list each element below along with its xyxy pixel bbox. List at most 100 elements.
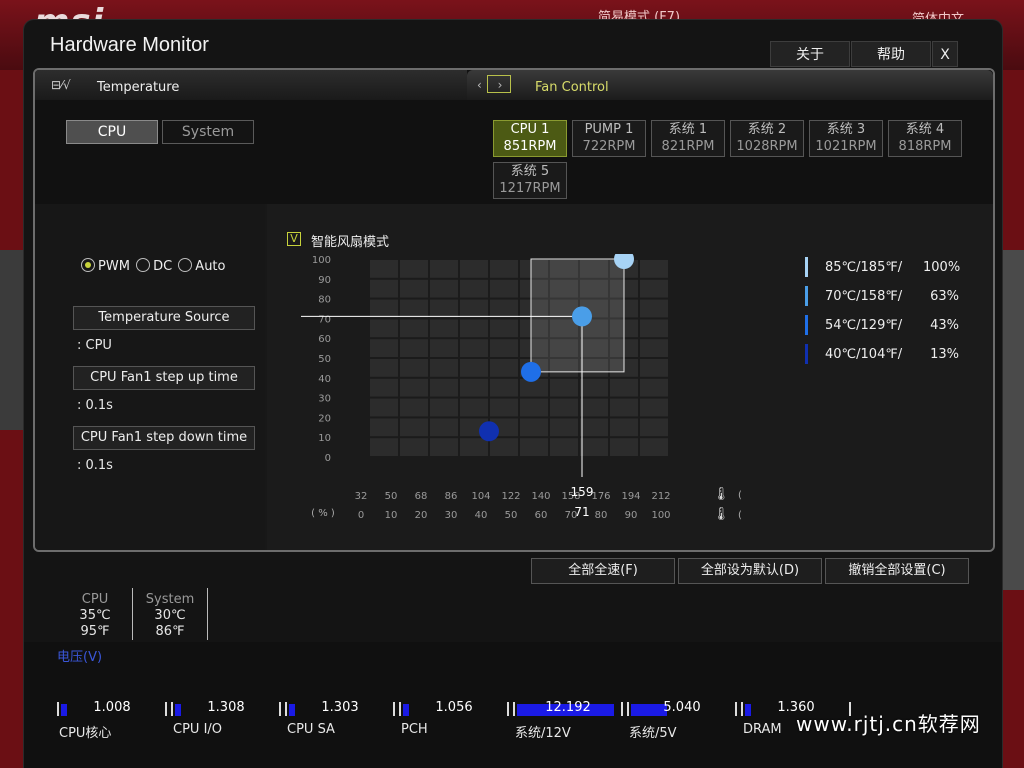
legend-temp: 85℃/185℉/	[825, 260, 903, 275]
grid-cell	[460, 359, 488, 377]
voltage-item: 1.056 PCH	[399, 700, 509, 740]
voltage-value: 1.008	[93, 700, 131, 715]
grid-cell	[640, 359, 668, 377]
fan-button[interactable]: 系统 4 818RPM	[888, 120, 962, 157]
grid-cell	[430, 260, 458, 278]
unit-c-label: (℃)	[738, 510, 741, 521]
tab-temperature-label: Temperature	[97, 80, 180, 95]
radio-empty-icon	[178, 258, 193, 272]
cancel-all-button[interactable]: 撤销全部设置(C)	[825, 558, 969, 584]
x-tick-label-f: 212	[651, 491, 670, 502]
grid-cell	[400, 260, 428, 278]
temperature-source-button[interactable]: Temperature Source	[73, 306, 255, 330]
grid-cell	[550, 418, 578, 437]
fan-button[interactable]: 系统 3 1021RPM	[809, 120, 883, 157]
voltage-name: CPU I/O	[173, 722, 223, 737]
y-tick-label: 80	[318, 295, 331, 306]
grid-cell	[640, 438, 668, 456]
sensor-divider	[132, 588, 133, 640]
grid-cell	[490, 319, 518, 338]
default-all-button[interactable]: 全部设为默认(D)	[678, 558, 822, 584]
cursor-x-c-label: 71	[574, 505, 589, 519]
grid-cell	[370, 279, 398, 298]
grid-cell	[610, 418, 638, 437]
about-button[interactable]: 关于	[770, 41, 850, 67]
grid-cell	[490, 398, 518, 417]
y-tick-label: 50	[318, 354, 331, 365]
grid-cell	[520, 378, 548, 397]
source-cpu-button[interactable]: CPU	[66, 120, 158, 144]
grid-cell	[370, 339, 398, 357]
sensor-name: CPU	[81, 592, 109, 607]
grid-cell	[640, 319, 668, 338]
tab-temperature[interactable]: ⊟⁄√ Temperature	[35, 70, 467, 100]
sensor-system: System 30℃ 86℉	[142, 592, 198, 640]
cursor-x-f-label: 159	[571, 485, 594, 499]
mode-auto-radio[interactable]: Auto	[178, 258, 225, 274]
fan-rpm: 722RPM	[582, 139, 636, 154]
fan-button[interactable]: PUMP 1 722RPM	[572, 120, 646, 157]
grid-cell	[490, 260, 518, 278]
grid-cell	[400, 339, 428, 357]
grid-cell	[580, 378, 608, 397]
smart-fan-checkbox[interactable]: V	[287, 232, 301, 246]
tab-fan-control[interactable]: ‹ › Fan Control	[467, 70, 993, 100]
voltage-name: CPU核心	[59, 726, 112, 741]
grid-cell	[400, 418, 428, 437]
fan-button[interactable]: CPU 1 851RPM	[493, 120, 567, 157]
step-down-time-button[interactable]: CPU Fan1 step down time	[73, 426, 255, 450]
grid-cell	[370, 418, 398, 437]
help-button[interactable]: 帮助	[851, 41, 931, 67]
full-speed-button[interactable]: 全部全速(F)	[531, 558, 675, 584]
fan-button[interactable]: 系统 2 1028RPM	[730, 120, 804, 157]
mode-dc-radio[interactable]: DC	[136, 258, 172, 274]
sensor-fahrenheit: 86℉	[155, 624, 185, 639]
grid-cell	[460, 319, 488, 338]
background-right-strip	[1003, 250, 1024, 590]
voltage-name: 系统/5V	[629, 726, 677, 741]
x-tick-label-c: 80	[595, 510, 608, 521]
grid-cell	[640, 418, 668, 437]
fan-curve-chart[interactable]: 100908070605040302010032 50 68 86 104 122 140 1…	[301, 254, 741, 552]
grid-cell	[550, 438, 578, 456]
grid-cell	[430, 438, 458, 456]
grid-cell	[640, 299, 668, 318]
grid-cell	[460, 339, 488, 357]
x-tick-label-f: 32	[355, 491, 368, 502]
grid-cell	[640, 260, 668, 278]
legend-color-swatch	[805, 315, 808, 335]
legend-temp: 40℃/104℉/	[825, 347, 903, 362]
fan-rpm: 1021RPM	[815, 139, 877, 154]
grid-cell	[520, 418, 548, 437]
grid-cell	[490, 438, 518, 456]
grid-cell	[430, 359, 458, 377]
thermometer-f-icon: 🌡	[713, 486, 730, 502]
voltage-name: 系统/12V	[515, 726, 571, 741]
mode-pwm-radio[interactable]: PWM	[81, 258, 130, 274]
fan-name: 系统 4	[905, 122, 945, 137]
fan-control-panel: ⊟⁄√ Temperature ‹ › Fan Control CPU Syst…	[33, 68, 995, 552]
unit-percent-label: ( % )	[311, 508, 335, 519]
voltage-title: 电压(V)	[57, 650, 103, 665]
close-button[interactable]: X	[932, 41, 958, 67]
smart-fan-label: 智能风扇模式	[311, 235, 390, 250]
fan-rpm: 818RPM	[898, 139, 952, 154]
grid-cell	[610, 438, 638, 456]
y-tick-label: 100	[312, 255, 331, 266]
fan-name: 系统 2	[747, 122, 787, 137]
sensor-fahrenheit: 95℉	[80, 624, 110, 639]
fan-name: PUMP 1	[584, 122, 634, 137]
step-up-time-button[interactable]: CPU Fan1 step up time	[73, 366, 255, 390]
fan-button[interactable]: 系统 1 821RPM	[651, 120, 725, 157]
legend-percent: 13%	[930, 347, 959, 362]
grid-cell	[430, 319, 458, 338]
grid-cell	[460, 398, 488, 417]
grid-cell	[460, 378, 488, 397]
voltage-name: CPU SA	[287, 722, 335, 737]
legend-color-swatch	[805, 344, 808, 364]
voltage-name: PCH	[401, 722, 428, 737]
source-system-button[interactable]: System	[162, 120, 254, 144]
grid-cell	[430, 299, 458, 318]
fan-button[interactable]: 系统 5 1217RPM	[493, 162, 567, 199]
legend-percent: 43%	[930, 318, 959, 333]
